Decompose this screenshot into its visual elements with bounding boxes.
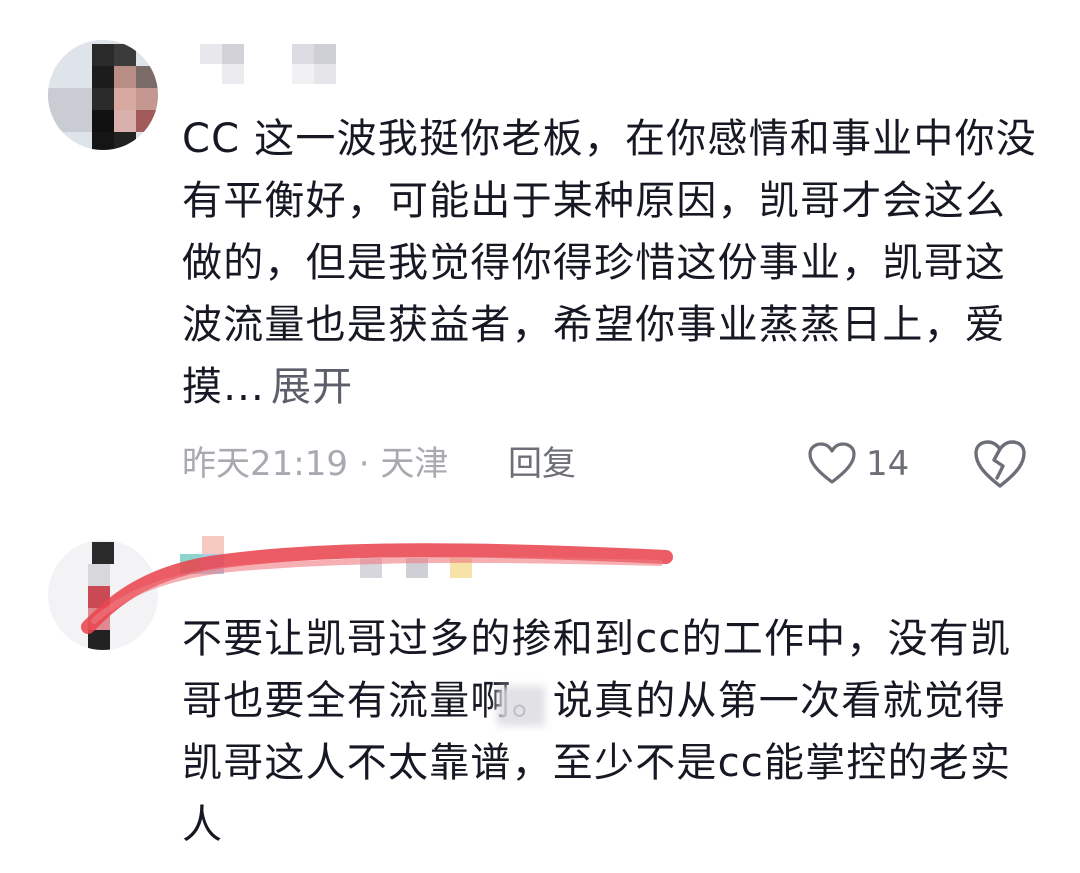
username-mosaic [180, 554, 202, 574]
broken-heart-icon[interactable] [972, 438, 1028, 490]
comment-text: 不要让凯哥过多的掺和到cc的工作中，没有凯哥也要全有流量啊。说真的从第一次看就觉… [182, 608, 1042, 856]
comment-meta-row: 昨天21:19 · 天津 回复 14 [182, 436, 1032, 492]
like-count: 14 [866, 444, 910, 484]
avatar-mosaic [88, 608, 110, 630]
avatar-mosaic [136, 110, 158, 132]
comment-item: CC 这一波我挺你老板，在你感情和事业中你没有平衡好，可能出于某种原因，凯哥才会… [0, 0, 1080, 500]
username-mosaic [314, 64, 336, 84]
username-mosaic [200, 44, 222, 64]
username-mosaic [222, 64, 244, 84]
avatar-mosaic [136, 88, 158, 110]
username-mosaic [292, 44, 314, 64]
username-mosaic [314, 44, 336, 64]
heart-outline-icon [808, 442, 856, 484]
expand-link[interactable]: 展开 [271, 364, 353, 410]
avatar-mosaic [88, 586, 110, 608]
avatar-mosaic [92, 132, 114, 150]
reply-button[interactable]: 回复 [508, 436, 576, 492]
avatar-mosaic [136, 66, 158, 88]
username-mosaic [202, 536, 224, 554]
avatar-mosaic [92, 110, 114, 132]
avatar-mosaic [92, 88, 114, 110]
username-mosaic [292, 64, 314, 84]
username-mosaic [360, 558, 382, 578]
avatar-mosaic [114, 110, 136, 132]
avatar-mosaic [88, 630, 110, 650]
avatar-mosaic [48, 88, 92, 132]
avatar-mosaic [114, 88, 136, 110]
blur-redaction-patch [497, 686, 545, 726]
username-redacted[interactable] [180, 536, 480, 580]
like-button[interactable]: 14 [808, 436, 909, 492]
avatar-mosaic [92, 44, 114, 66]
username-redacted[interactable] [200, 42, 360, 86]
avatar-mosaic [88, 564, 110, 586]
username-mosaic [406, 558, 428, 578]
avatar[interactable] [48, 540, 158, 650]
username-mosaic [222, 44, 244, 64]
avatar-mosaic [114, 66, 136, 88]
avatar[interactable] [48, 40, 158, 150]
comment-time-location: 昨天21:19 · 天津 [182, 444, 449, 484]
avatar-mosaic [92, 66, 114, 88]
comment-body: 不要让凯哥过多的掺和到cc的工作中，没有凯哥也要全有流量啊。说真的从第一次看就觉… [182, 616, 1012, 848]
avatar-mosaic [114, 44, 136, 66]
comment-text: CC 这一波我挺你老板，在你感情和事业中你没有平衡好，可能出于某种原因，凯哥才会… [182, 108, 1042, 418]
avatar-mosaic [114, 132, 136, 150]
username-mosaic [202, 554, 224, 574]
avatar-mosaic [92, 542, 114, 564]
username-mosaic [450, 558, 472, 578]
